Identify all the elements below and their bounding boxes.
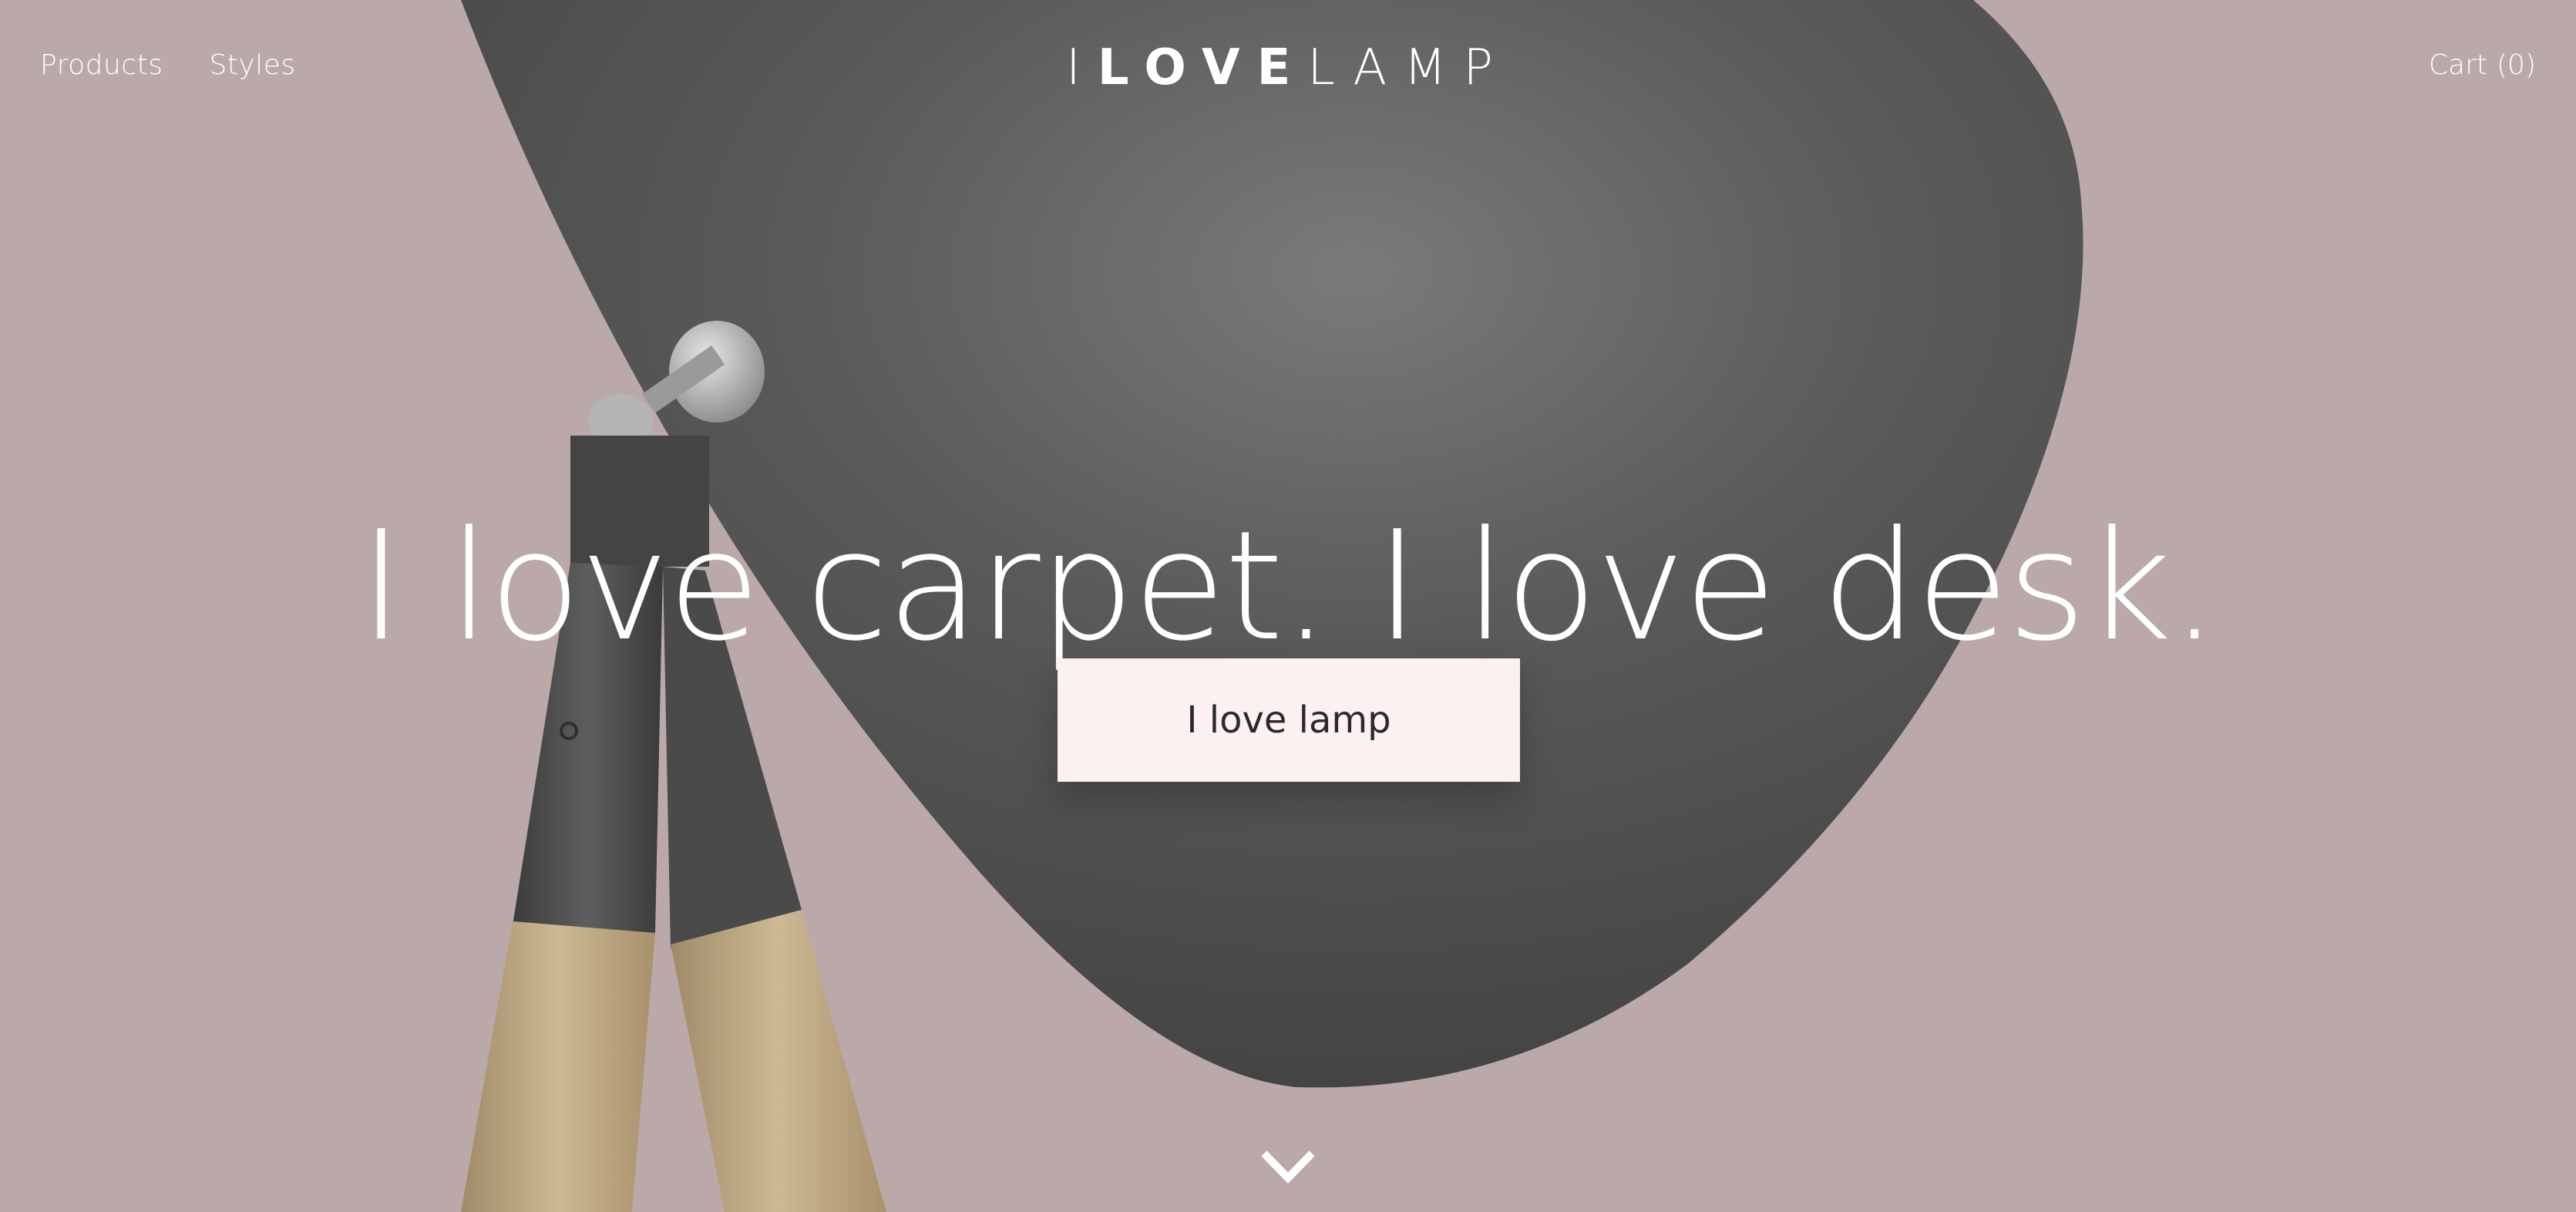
- cart-link[interactable]: Cart (0): [2429, 45, 2536, 86]
- chevron-down-icon[interactable]: [1261, 1147, 1315, 1186]
- cta-button[interactable]: I love lamp: [1058, 658, 1520, 782]
- hero-headline: I love carpet. I love desk.: [358, 499, 2219, 675]
- cart-count: (0): [2497, 49, 2536, 81]
- cart-label: Cart: [2428, 49, 2487, 81]
- logo-part-i: I: [1065, 39, 1098, 96]
- logo-part-lamp: LAMP: [1307, 39, 1511, 96]
- cart-spacer: [2487, 45, 2497, 86]
- hero-section: Products Styles ILOVELAMP Cart (0) I lov…: [0, 0, 2576, 1212]
- brand-logo[interactable]: ILOVELAMP: [0, 39, 2576, 97]
- logo-part-love: LOVE: [1097, 39, 1308, 96]
